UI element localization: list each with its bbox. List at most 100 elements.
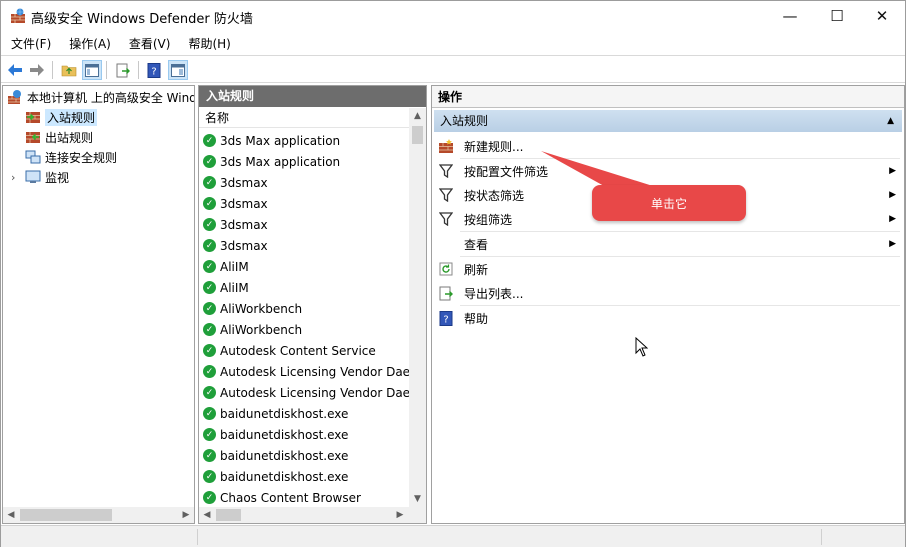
tree-item-label: 连接安全规则 (45, 150, 118, 165)
rule-row[interactable]: ✓ AliIM (203, 277, 249, 298)
scrollbar-thumb[interactable] (216, 509, 241, 521)
status-bar (1, 525, 905, 547)
filter-icon (438, 187, 454, 203)
firewall-globe-icon (8, 90, 21, 104)
export-icon[interactable] (113, 60, 133, 80)
scroll-up-icon[interactable]: ▲ (409, 108, 426, 124)
menu-help[interactable]: 帮助(H) (178, 35, 238, 52)
rule-row[interactable]: ✓ Chaos Content Browser (203, 487, 361, 508)
action-new-rule[interactable]: 新建规则... (434, 134, 902, 158)
rule-name: 3dsmax (220, 217, 268, 232)
action-label: 查看 (464, 237, 489, 252)
rule-row[interactable]: ✓ 3dsmax (203, 214, 268, 235)
action-export-list[interactable]: 导出列表... (434, 281, 902, 305)
rule-name: AliIM (220, 259, 249, 274)
action-label: 导出列表... (464, 286, 524, 301)
rule-name: 3ds Max application (220, 154, 341, 169)
callout-annotation: 单击它 (592, 185, 746, 221)
submenu-arrow-icon: ▶ (889, 166, 896, 176)
action-refresh[interactable]: 刷新 (434, 257, 902, 281)
close-button[interactable]: ✕ (859, 1, 905, 31)
list-horizontal-scrollbar[interactable]: ◀ ▶ (199, 507, 426, 523)
navigation-tree-pane: 本地计算机 上的高级安全 Windows Defender 防火墙 入站规则 出… (2, 85, 195, 524)
tree-item-inbound-rules[interactable]: 入站规则 (25, 107, 98, 127)
rule-row[interactable]: ✓ 3dsmax (203, 235, 268, 256)
scroll-right-icon[interactable]: ▶ (178, 507, 194, 523)
rule-row[interactable]: ✓ 3ds Max application (203, 130, 340, 151)
enabled-check-icon: ✓ (203, 176, 216, 189)
tree-item-connection-security-rules[interactable]: 连接安全规则 (25, 147, 117, 167)
column-header-name[interactable]: 名称 (199, 108, 409, 128)
minimize-button[interactable]: — (767, 1, 813, 31)
enabled-check-icon: ✓ (203, 386, 216, 399)
enabled-check-icon: ✓ (203, 470, 216, 483)
rule-row[interactable]: ✓ baidunetdiskhost.exe (203, 466, 348, 487)
scroll-left-icon[interactable]: ◀ (3, 507, 19, 523)
toolbar-separator (138, 61, 139, 79)
forward-arrow-icon[interactable] (27, 60, 47, 80)
help-icon[interactable]: ? (144, 60, 164, 80)
collapse-up-icon[interactable]: ▲ (887, 110, 894, 132)
enabled-check-icon: ✓ (203, 134, 216, 147)
rule-row[interactable]: ✓ 3ds Max application (203, 151, 340, 172)
tree-item-outbound-rules[interactable]: 出站规则 (25, 127, 93, 147)
enabled-check-icon: ✓ (203, 239, 216, 252)
enabled-check-icon: ✓ (203, 197, 216, 210)
chevron-right-icon[interactable]: › (11, 171, 15, 184)
rule-row[interactable]: ✓ baidunetdiskhost.exe (203, 424, 348, 445)
scroll-down-icon[interactable]: ▼ (409, 491, 426, 507)
tree-item-label: 监视 (45, 170, 70, 185)
menu-view[interactable]: 查看(V) (119, 35, 179, 52)
rule-name: AliWorkbench (220, 322, 303, 337)
rule-row[interactable]: ✓ Autodesk Licensing Vendor Daemon (203, 382, 426, 403)
rule-row[interactable]: ✓ baidunetdiskhost.exe (203, 445, 348, 466)
enabled-check-icon: ✓ (203, 428, 216, 441)
scroll-right-icon[interactable]: ▶ (392, 507, 408, 523)
tree-item-label: 入站规则 (45, 108, 98, 126)
scrollbar-thumb[interactable] (20, 509, 112, 521)
rule-row[interactable]: ✓ baidunetdiskhost.exe (203, 403, 348, 424)
rule-name: AliWorkbench (220, 301, 303, 316)
rule-row[interactable]: ✓ Autodesk Licensing Vendor Daemon (203, 361, 426, 382)
action-help[interactable]: ? 帮助 (434, 306, 902, 330)
help-icon: ? (438, 310, 454, 326)
menu-file[interactable]: 文件(F) (1, 35, 59, 52)
tree-root[interactable]: 本地计算机 上的高级安全 Windows Defender 防火墙 (7, 87, 194, 107)
properties-icon[interactable] (168, 60, 188, 80)
action-label: 帮助 (464, 311, 489, 326)
action-filter-by-profile[interactable]: 按配置文件筛选 ▶ (434, 159, 902, 183)
toolbar-separator (106, 61, 107, 79)
folder-up-icon[interactable] (59, 60, 79, 80)
action-label: 新建规则... (464, 139, 524, 154)
rule-row[interactable]: ✓ AliWorkbench (203, 319, 302, 340)
scroll-left-icon[interactable]: ◀ (199, 507, 215, 523)
rule-row[interactable]: ✓ AliWorkbench (203, 298, 302, 319)
rule-row[interactable]: ✓ AliIM (203, 256, 249, 277)
rule-name: baidunetdiskhost.exe (220, 406, 349, 421)
tree-horizontal-scrollbar[interactable]: ◀ ▶ (3, 507, 194, 523)
action-view[interactable]: 查看 ▶ (434, 232, 902, 256)
maximize-button[interactable]: ☐ (814, 1, 860, 31)
enabled-check-icon: ✓ (203, 302, 216, 315)
actions-pane-title: 操作 (432, 86, 904, 108)
rules-list-pane: 入站规则 名称 ✓ 3ds Max application ✓ 3ds Max app… (198, 85, 427, 524)
rule-row[interactable]: ✓ 3dsmax (203, 193, 268, 214)
menu-action[interactable]: 操作(A) (59, 35, 119, 52)
toolbar-separator (52, 61, 53, 79)
actions-section-inbound-rules[interactable]: 入站规则 ▲ (434, 110, 902, 132)
enabled-check-icon: ✓ (203, 491, 216, 504)
inbound-rules-icon (26, 112, 40, 123)
section-label: 入站规则 (440, 114, 489, 128)
tree-item-monitoring[interactable]: 监视 (25, 167, 69, 187)
rule-row[interactable]: ✓ 3dsmax (203, 172, 268, 193)
show-hide-tree-icon[interactable] (82, 60, 102, 80)
action-label: 刷新 (464, 262, 489, 277)
scrollbar-thumb[interactable] (412, 126, 423, 144)
title-bar: 高级安全 Windows Defender 防火墙 — ☐ ✕ (1, 1, 905, 31)
back-arrow-icon[interactable] (5, 60, 25, 80)
new-rule-icon (438, 138, 454, 154)
rule-name: 3dsmax (220, 238, 268, 253)
list-vertical-scrollbar[interactable]: ▲ ▼ (409, 108, 426, 507)
rule-row[interactable]: ✓ Autodesk Content Service (203, 340, 376, 361)
window-title: 高级安全 Windows Defender 防火墙 (31, 12, 253, 27)
